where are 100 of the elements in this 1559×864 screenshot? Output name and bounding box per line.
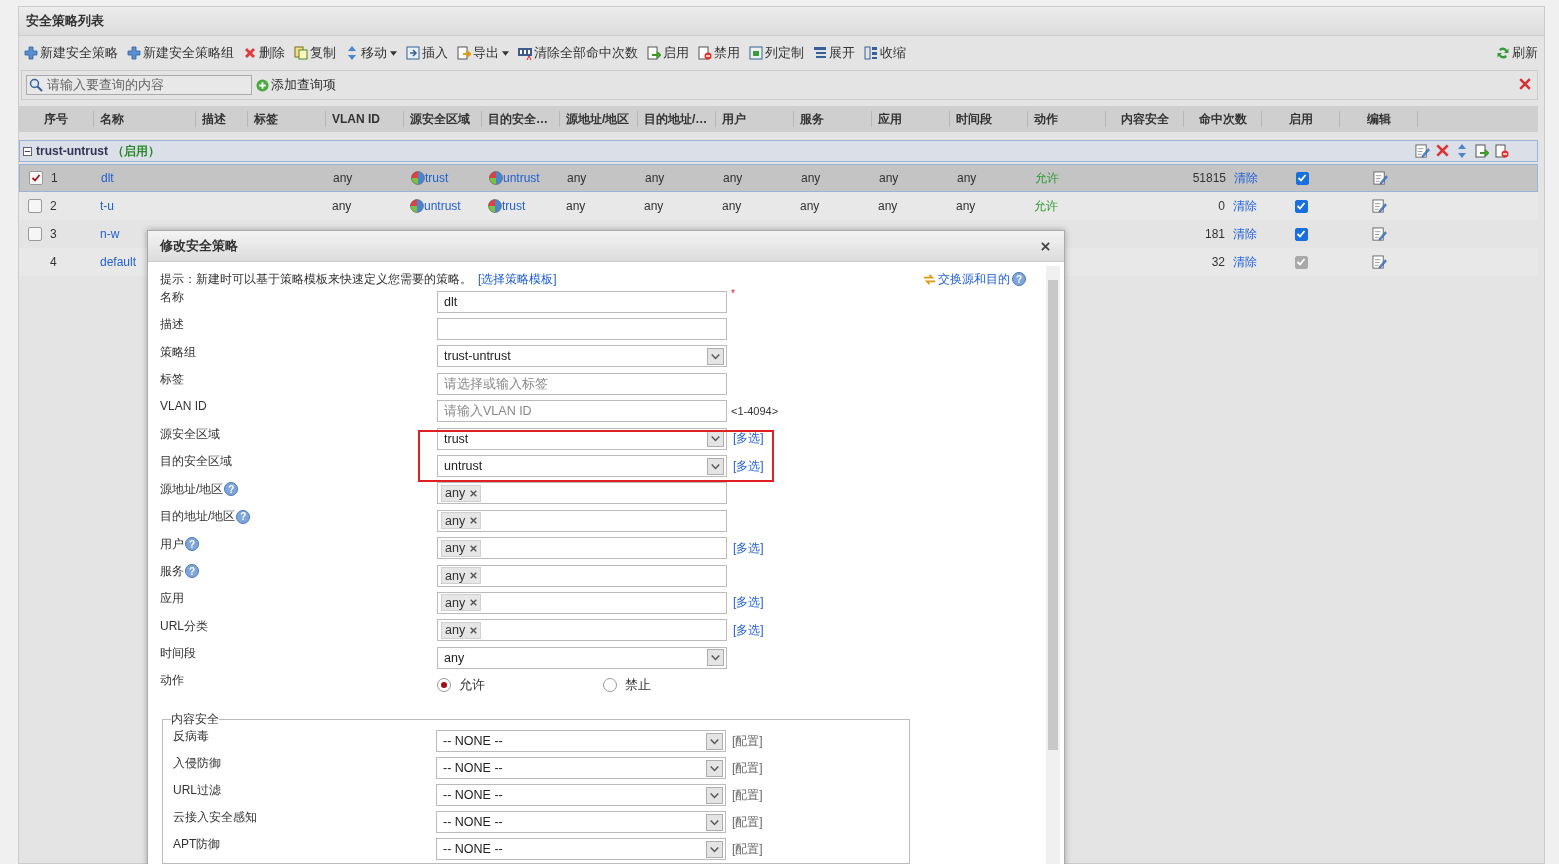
select-field[interactable]: -- NONE -- — [436, 811, 726, 834]
multi-select-link[interactable]: [多选] — [733, 594, 764, 612]
select-field[interactable]: -- NONE -- — [436, 784, 726, 807]
toolbar-button[interactable]: 展开 — [813, 44, 855, 62]
enable-checkbox[interactable] — [1294, 227, 1308, 241]
toolbar-button[interactable]: 移动 — [345, 44, 397, 62]
toolbar-button[interactable]: 删除 — [243, 44, 285, 62]
remove-icon[interactable] — [470, 572, 478, 580]
row-checkbox[interactable] — [28, 199, 42, 213]
tag-field[interactable]: any — [437, 592, 727, 614]
toolbar-button[interactable]: 列定制 — [749, 44, 804, 62]
edit-icon[interactable] — [1371, 226, 1387, 242]
search-field[interactable]: 请输入要查询的内容 — [26, 75, 252, 95]
select-field[interactable]: trust — [437, 427, 727, 450]
policy-group-row[interactable]: trust-untrust （启用） — [19, 140, 1538, 162]
remove-icon[interactable] — [470, 489, 478, 497]
enable-checkbox[interactable] — [1294, 199, 1308, 213]
add-query-button[interactable]: 添加查询项 — [256, 76, 336, 94]
column-header[interactable]: 编辑 — [1340, 111, 1418, 127]
column-header[interactable]: 序号 — [19, 111, 94, 127]
text-field[interactable]: 请选择或输入标签 — [437, 372, 727, 395]
scrollbar[interactable] — [1046, 266, 1060, 864]
column-header[interactable]: 服务 — [794, 111, 872, 127]
tag-field[interactable]: any — [437, 564, 727, 587]
close-icon[interactable] — [1041, 241, 1050, 251]
column-header[interactable]: 时间段 — [950, 111, 1028, 127]
table-cell: any — [567, 171, 587, 185]
column-header[interactable]: 目的地址/… — [638, 111, 716, 127]
edit-icon[interactable] — [1415, 143, 1430, 159]
toolbar-button[interactable]: 新建安全策略 — [24, 44, 118, 62]
column-header[interactable]: 源安全区域 — [404, 111, 482, 127]
text-field[interactable]: 请输入VLAN ID — [437, 400, 727, 423]
clear-link[interactable]: 清除 — [1233, 225, 1257, 243]
config-link[interactable]: [配置] — [732, 759, 763, 777]
radio-circle[interactable] — [437, 678, 451, 693]
remove-icon[interactable] — [470, 517, 478, 525]
toolbar-button[interactable]: 新建安全策略组 — [127, 44, 234, 62]
tag: any — [441, 539, 482, 557]
config-link[interactable]: [配置] — [732, 813, 763, 831]
column-header[interactable]: 动作 — [1028, 111, 1106, 127]
column-header[interactable]: 应用 — [872, 111, 950, 127]
clear-link[interactable]: 清除 — [1233, 197, 1257, 215]
remove-icon[interactable] — [470, 599, 478, 607]
radio-option[interactable]: 禁止 — [603, 676, 769, 694]
policy-name-link[interactable]: t-u — [100, 199, 114, 213]
column-header[interactable]: 用户 — [716, 111, 794, 127]
zone-link[interactable]: trust — [502, 199, 526, 213]
row-checkbox[interactable] — [28, 227, 42, 241]
column-header[interactable]: 内容安全 — [1106, 111, 1184, 127]
policy-name-link[interactable]: n-w — [100, 227, 120, 241]
multi-select-link[interactable]: [多选] — [733, 539, 764, 557]
multi-select-link[interactable]: [多选] — [733, 621, 764, 639]
refresh-button[interactable]: 刷新 — [1496, 44, 1538, 62]
tag-field[interactable]: any — [437, 537, 727, 560]
zone-link[interactable]: untrust — [424, 199, 461, 213]
select-field[interactable]: -- NONE -- — [436, 757, 726, 780]
toolbar-button[interactable]: 收缩 — [864, 44, 906, 62]
column-header[interactable]: 源地址/地区 — [560, 111, 638, 127]
tag-field[interactable]: any — [437, 482, 727, 505]
config-link[interactable]: [配置] — [732, 840, 763, 858]
delete-icon[interactable] — [1436, 143, 1449, 157]
row-checkbox[interactable] — [29, 171, 43, 185]
toolbar-button[interactable]: 导出 — [457, 44, 509, 62]
swap-link[interactable]: 交换源和目的 — [938, 270, 1010, 288]
column-header[interactable]: 目的安全… — [482, 111, 560, 127]
tag-field[interactable]: any — [437, 509, 727, 532]
edit-icon[interactable] — [1372, 170, 1388, 186]
close-icon[interactable] — [1519, 77, 1531, 90]
text-field[interactable] — [437, 318, 727, 341]
column-header[interactable]: 启用 — [1262, 111, 1340, 127]
toolbar-button[interactable]: 禁用 — [698, 44, 740, 62]
multi-select-link[interactable]: [多选] — [733, 430, 764, 448]
toolbar-button[interactable]: 复制 — [294, 44, 336, 62]
column-header[interactable]: 名称 — [94, 111, 196, 127]
zone-icon — [488, 199, 502, 213]
select-field[interactable]: -- NONE -- — [436, 730, 726, 753]
select-field[interactable]: untrust — [437, 455, 727, 478]
column-header[interactable]: VLAN ID — [326, 111, 404, 127]
collapse-icon[interactable] — [23, 146, 32, 156]
enable-checkbox[interactable] — [1295, 171, 1309, 185]
config-link[interactable]: [配置] — [732, 786, 763, 804]
column-header[interactable]: 标签 — [248, 111, 326, 127]
config-link[interactable]: [配置] — [732, 732, 763, 750]
select-field[interactable]: any — [437, 646, 727, 669]
select-field[interactable]: -- NONE -- — [436, 838, 726, 861]
toolbar-button[interactable]: 启用 — [647, 44, 689, 62]
remove-icon[interactable] — [470, 626, 478, 634]
template-link[interactable]: [选择策略模板] — [478, 270, 557, 288]
multi-select-link[interactable]: [多选] — [733, 457, 764, 475]
text-field[interactable]: dlt — [437, 290, 727, 313]
radio-option[interactable]: 允许 — [437, 676, 603, 694]
radio-circle[interactable] — [603, 678, 617, 693]
edit-icon[interactable] — [1371, 198, 1387, 214]
select-field[interactable]: trust-untrust — [437, 345, 727, 368]
column-header[interactable]: 描述 — [196, 111, 248, 127]
column-header[interactable]: 命中次数 — [1184, 111, 1262, 127]
toolbar-button[interactable]: 插入 — [406, 44, 448, 62]
tag-field[interactable]: any — [437, 619, 727, 642]
remove-icon[interactable] — [470, 544, 478, 552]
toolbar-button[interactable]: 清除全部命中次数 — [518, 44, 638, 62]
